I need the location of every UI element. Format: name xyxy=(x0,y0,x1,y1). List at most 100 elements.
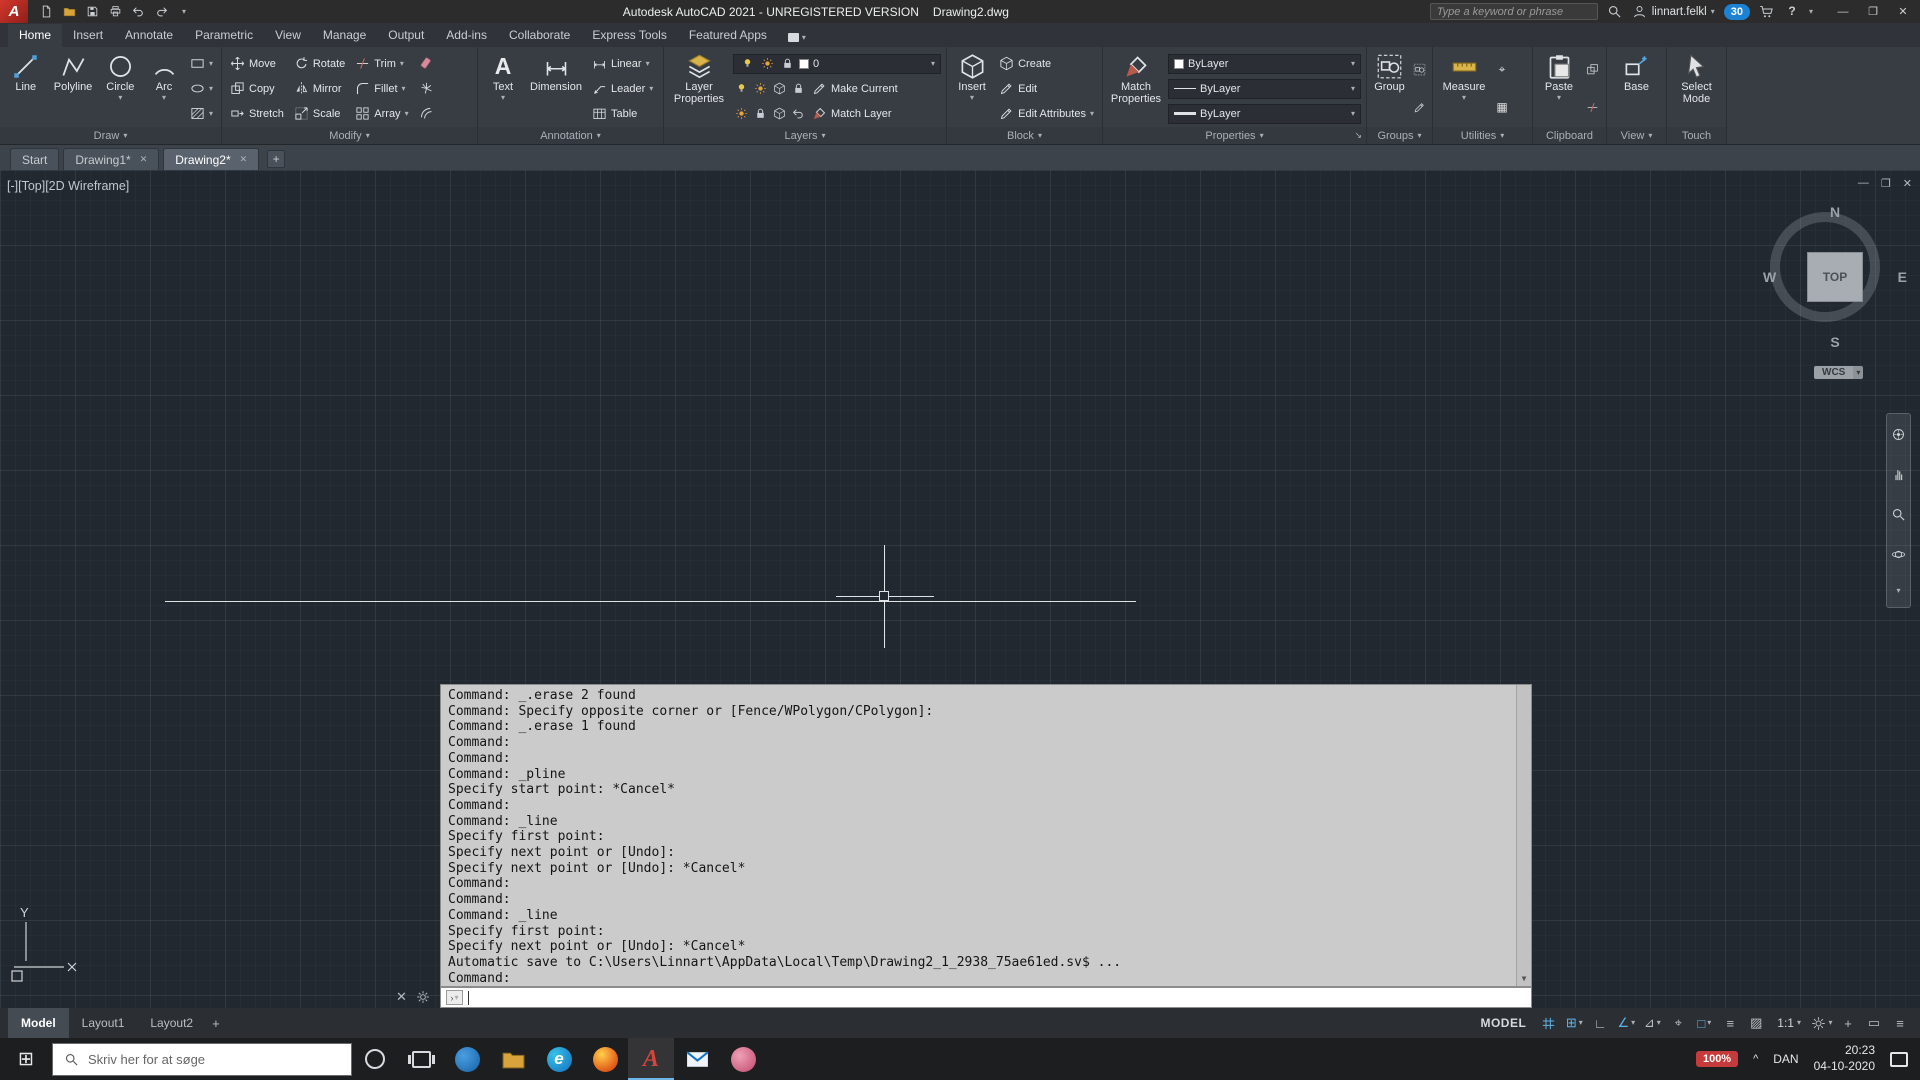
grid-display-toggle[interactable] xyxy=(1536,1012,1560,1034)
close-viewport-button[interactable]: ✕ xyxy=(1903,177,1912,190)
view-cube[interactable]: N S W E TOP xyxy=(1760,202,1910,352)
leader-button[interactable]: Leader▾ xyxy=(589,79,656,99)
clock[interactable]: 20:23 04-10-2020 xyxy=(1814,1043,1875,1074)
copy-clip-icon[interactable] xyxy=(1584,62,1600,78)
ortho-mode-toggle[interactable]: ∟ xyxy=(1588,1012,1612,1034)
minimize-viewport-button[interactable]: — xyxy=(1858,177,1869,190)
annotation-scale-add-button[interactable]: + xyxy=(1836,1012,1860,1034)
start-button[interactable]: ⊞ xyxy=(0,1038,52,1080)
polar-tracking-toggle[interactable]: ∠▾ xyxy=(1614,1012,1638,1034)
arc-button[interactable]: Arc▾ xyxy=(145,50,183,127)
command-input[interactable] xyxy=(474,990,1526,1005)
stretch-button[interactable]: Stretch xyxy=(227,104,287,124)
measure-button[interactable]: Measure▾ xyxy=(1438,50,1490,127)
help-search-input[interactable] xyxy=(1430,3,1598,20)
qat-customize-dropdown[interactable]: ▾ xyxy=(174,2,194,21)
ribbon-tab-express-tools[interactable]: Express Tools xyxy=(581,24,677,47)
autocad-logo-icon[interactable]: A xyxy=(0,0,28,23)
outlook-button[interactable] xyxy=(674,1038,720,1080)
transparency-toggle[interactable]: ▨ xyxy=(1744,1012,1768,1034)
text-button[interactable]: AText▾ xyxy=(483,50,523,127)
snap-mode-toggle[interactable]: ⊞▾ xyxy=(1562,1012,1586,1034)
layer-freeze-tool-icon[interactable] xyxy=(771,81,787,97)
utilities-panel-label[interactable]: Utilities▾ xyxy=(1433,127,1532,144)
layer-previous-tool-icon[interactable] xyxy=(790,106,806,122)
draw-panel-label[interactable]: Draw▾ xyxy=(0,127,221,144)
base-view-button[interactable]: Base xyxy=(1616,50,1658,127)
taskbar-search-input[interactable] xyxy=(88,1052,340,1067)
ungroup-icon[interactable] xyxy=(1411,62,1427,78)
match-properties-button[interactable]: Match Properties xyxy=(1108,50,1164,127)
new-drawing-tab-button[interactable]: + xyxy=(267,150,285,168)
edit-attributes-button[interactable]: Edit Attributes▾ xyxy=(996,104,1097,124)
view-panel-label[interactable]: View▾ xyxy=(1607,127,1666,144)
wcs-dropdown-icon[interactable]: ▾ xyxy=(1853,366,1863,379)
zoom-icon[interactable] xyxy=(1891,507,1906,522)
blue-round-app-button[interactable] xyxy=(444,1038,490,1080)
ribbon-tab-addins[interactable]: Add-ins xyxy=(435,24,498,47)
orbit-icon[interactable] xyxy=(1891,547,1906,562)
line-button[interactable]: Line xyxy=(5,50,47,127)
ellipse-tool-button[interactable]: ▾ xyxy=(187,79,216,99)
file-tab-start[interactable]: Start xyxy=(10,148,59,170)
copy-button[interactable]: Copy xyxy=(227,79,287,99)
scale-button[interactable]: Scale xyxy=(291,104,348,124)
polyline-button[interactable]: Polyline xyxy=(51,50,96,127)
ribbon-tab-insert[interactable]: Insert xyxy=(62,24,114,47)
layer-walk-tool-icon[interactable] xyxy=(771,106,787,122)
trim-button[interactable]: Trim▾ xyxy=(352,54,411,74)
paste-button[interactable]: Paste▾ xyxy=(1538,50,1580,127)
quick-calculator-icon[interactable]: ▦ xyxy=(1494,99,1510,115)
navbar-more-icon[interactable]: ▾ xyxy=(1896,587,1900,595)
object-snap-toggle[interactable]: □▾ xyxy=(1692,1012,1716,1034)
circle-button[interactable]: Circle▾ xyxy=(100,50,142,127)
task-view-button[interactable] xyxy=(398,1038,444,1080)
layout-tab-layout2[interactable]: Layout2 xyxy=(137,1008,206,1038)
close-command-line-icon[interactable]: ✕ xyxy=(396,989,407,1005)
array-button[interactable]: Array▾ xyxy=(352,104,411,124)
ribbon-tab-output[interactable]: Output xyxy=(377,24,435,47)
battery-percentage-badge[interactable]: 100% xyxy=(1696,1051,1738,1067)
move-button[interactable]: Move xyxy=(227,54,287,74)
pink-round-app-button[interactable] xyxy=(720,1038,766,1080)
compass-north-label[interactable]: N xyxy=(1830,204,1840,220)
modify-panel-label[interactable]: Modify▾ xyxy=(222,127,477,144)
restore-window-button[interactable]: ❐ xyxy=(1858,0,1888,23)
close-drawing1-icon[interactable]: ✕ xyxy=(140,154,148,165)
match-layer-button[interactable]: Match Layer xyxy=(809,104,895,124)
groups-panel-label[interactable]: Groups▾ xyxy=(1367,127,1432,144)
object-snap-tracking-toggle[interactable]: ⌖ xyxy=(1666,1012,1690,1034)
rotate-button[interactable]: Rotate xyxy=(291,54,348,74)
group-edit-icon[interactable] xyxy=(1411,99,1427,115)
edge-button[interactable]: e xyxy=(536,1038,582,1080)
compass-east-label[interactable]: E xyxy=(1898,269,1907,285)
hatch-tool-button[interactable]: ▾ xyxy=(187,104,216,124)
layer-isolate-tool-icon[interactable] xyxy=(752,81,768,97)
wcs-indicator[interactable]: WCS▾ xyxy=(1814,366,1863,379)
new-layout-button[interactable]: + xyxy=(212,1016,220,1031)
isometric-drafting-toggle[interactable]: ⊿▾ xyxy=(1640,1012,1664,1034)
save-button[interactable] xyxy=(82,2,102,21)
erase-button[interactable] xyxy=(416,54,437,74)
ribbon-tab-annotate[interactable]: Annotate xyxy=(114,24,184,47)
clean-screen-button[interactable]: ▭ xyxy=(1862,1012,1886,1034)
fillet-button[interactable]: Fillet▾ xyxy=(352,79,411,99)
explode-button[interactable] xyxy=(416,79,437,99)
properties-dialog-launcher[interactable]: ↘ xyxy=(1354,130,1362,141)
ribbon-tab-featured-apps[interactable]: Featured Apps xyxy=(678,24,778,47)
action-center-icon[interactable] xyxy=(1890,1052,1908,1067)
undo-button[interactable] xyxy=(128,2,148,21)
offset-button[interactable] xyxy=(416,104,437,124)
command-scrollbar[interactable]: ▼ xyxy=(1516,685,1531,986)
new-file-button[interactable] xyxy=(36,2,56,21)
layer-unisolate-tool-icon[interactable] xyxy=(733,106,749,122)
insert-block-button[interactable]: Insert▾ xyxy=(952,50,992,127)
redo-button[interactable] xyxy=(151,2,171,21)
make-current-button[interactable]: Make Current xyxy=(809,79,901,99)
model-space-label[interactable]: MODEL xyxy=(1480,1016,1526,1030)
account-menu[interactable]: linnart.felkl ▾ xyxy=(1632,4,1715,20)
help-icon[interactable]: ? xyxy=(1784,4,1800,20)
dimension-button[interactable]: Dimension xyxy=(527,50,585,127)
minimize-window-button[interactable]: — xyxy=(1828,0,1858,23)
customize-command-line-icon[interactable] xyxy=(416,990,430,1004)
